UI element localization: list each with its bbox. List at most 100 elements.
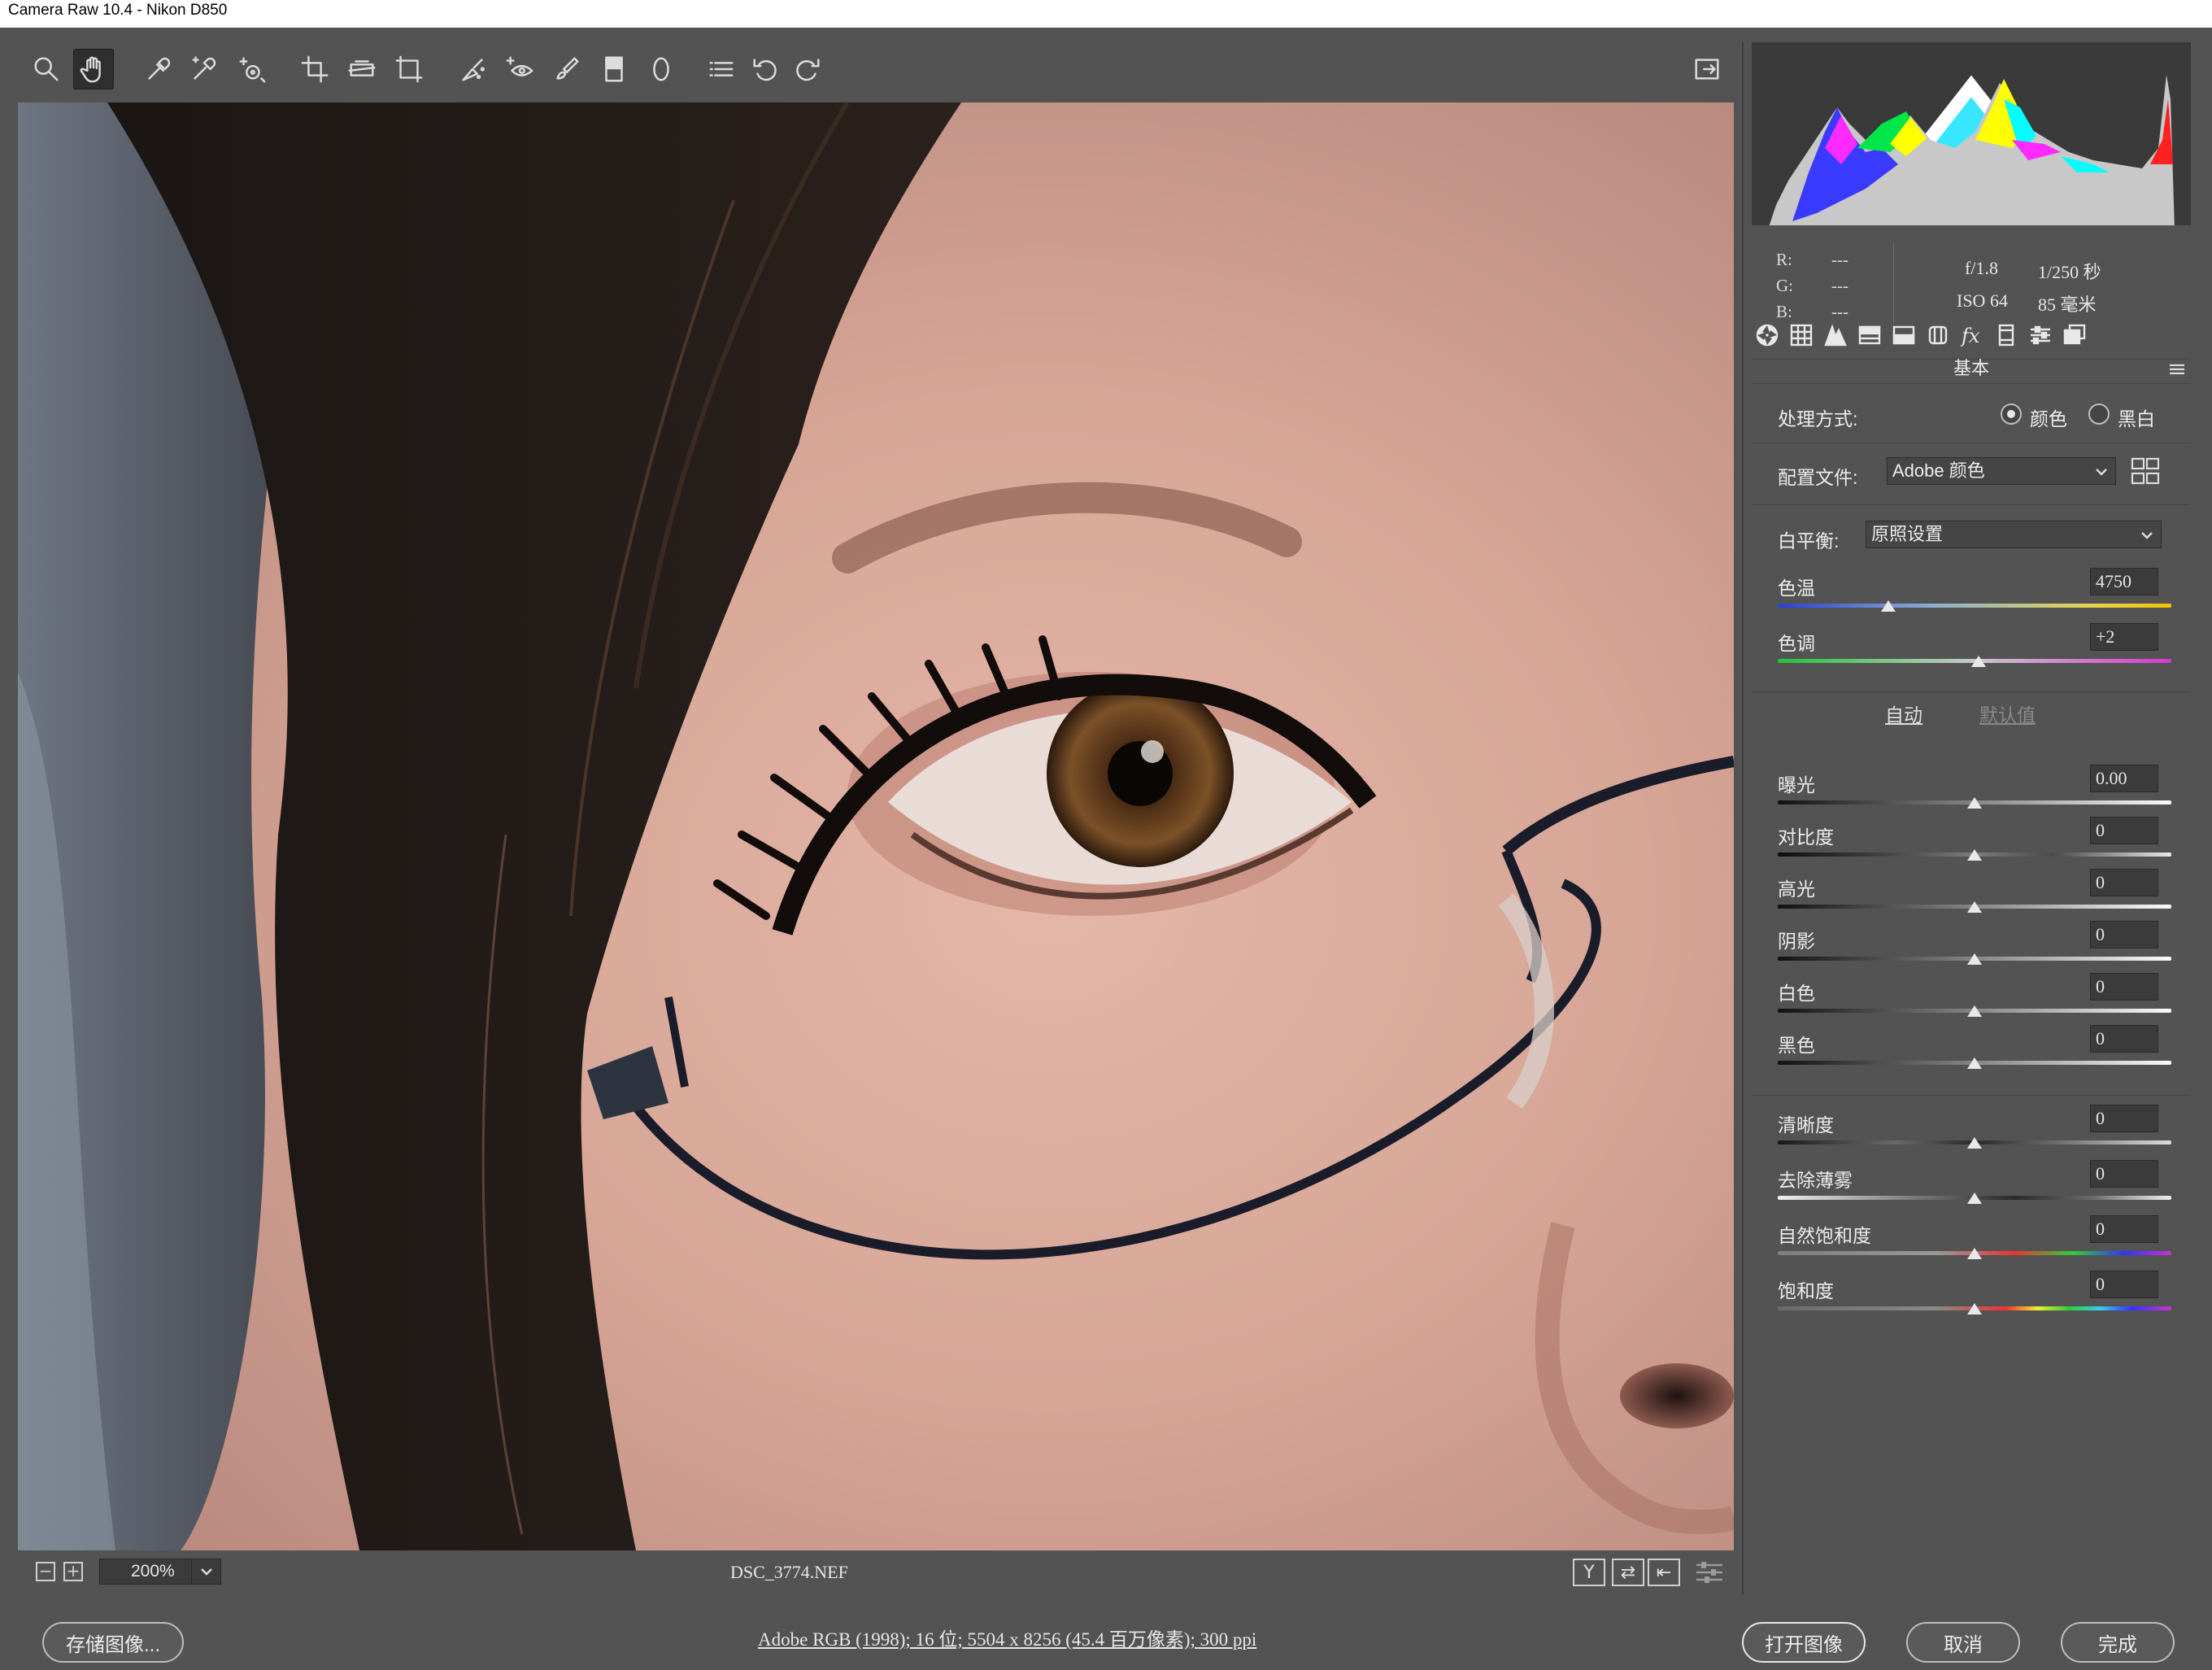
chevron-down-icon xyxy=(191,1559,220,1584)
saturation-label: 饱和度 xyxy=(1778,1280,1834,1302)
preferences-list-icon[interactable] xyxy=(701,49,742,89)
divider xyxy=(1752,691,2191,692)
whites-value-input[interactable]: 0 xyxy=(2090,973,2158,1001)
save-image-button[interactable]: 存储图像... xyxy=(42,1622,184,1663)
white-balance-tool-icon[interactable] xyxy=(138,49,179,89)
workflow-options-link[interactable]: Adobe RGB (1998); 16 位; 5504 x 8256 (45.… xyxy=(758,1624,1256,1651)
profile-select[interactable]: Adobe 颜色 xyxy=(1887,457,2116,485)
transform-tool-icon[interactable] xyxy=(389,49,429,89)
tab-effects-icon[interactable]: fx xyxy=(1957,320,1988,350)
temperature-slider-track[interactable] xyxy=(1778,604,2171,608)
zoom-level-value: 200% xyxy=(131,1562,175,1581)
saturation-slider-thumb[interactable] xyxy=(1967,1303,1982,1315)
contrast-slider-thumb[interactable] xyxy=(1967,849,1982,861)
zoom-tool-icon[interactable] xyxy=(26,49,67,89)
bottom-bar: 存储图像... Adobe RGB (1998); 16 位; 5504 x 8… xyxy=(0,1601,2212,1670)
rotate-cw-icon[interactable] xyxy=(787,49,828,89)
whites-slider-thumb[interactable] xyxy=(1967,1005,1982,1017)
tint-value-input[interactable]: +2 xyxy=(2090,623,2158,651)
profile-browser-grid-icon[interactable] xyxy=(2131,457,2160,486)
auto-link[interactable]: 自动 xyxy=(1885,700,1922,727)
vibrance-label: 自然饱和度 xyxy=(1778,1225,1871,1246)
rotate-ccw-icon[interactable] xyxy=(745,49,786,89)
radial-filter-tool-icon[interactable] xyxy=(641,49,681,89)
adjustment-brush-tool-icon[interactable] xyxy=(546,49,587,89)
zoom-level-select[interactable]: 200% xyxy=(99,1559,221,1585)
treatment-bw-radio[interactable] xyxy=(2088,403,2110,425)
iso-value: ISO 64 xyxy=(1957,290,2008,311)
chevron-down-icon xyxy=(2141,532,2153,539)
file-name: DSC_3774.NEF xyxy=(730,1562,848,1582)
exposure-label: 曝光 xyxy=(1778,774,1815,796)
chevron-down-icon xyxy=(2096,469,2107,476)
image-preview[interactable] xyxy=(18,102,1734,1550)
shadows-label: 阴影 xyxy=(1778,931,1815,952)
crop-tool-icon[interactable] xyxy=(294,49,335,89)
temperature-slider-thumb[interactable] xyxy=(1880,600,1896,612)
spot-removal-tool-icon[interactable] xyxy=(452,49,493,89)
hand-tool-icon[interactable] xyxy=(73,49,114,89)
toggle-fullscreen-icon[interactable] xyxy=(1687,49,1727,89)
readout-divider xyxy=(1893,242,1894,323)
tab-tone-curve-icon[interactable] xyxy=(1786,320,1817,350)
tab-basic-icon[interactable] xyxy=(1752,320,1783,350)
dehaze-label: 去除薄雾 xyxy=(1778,1170,1853,1191)
copy-after-to-before-button[interactable]: ⇤ xyxy=(1648,1559,1680,1586)
tab-camera-calibration-icon[interactable] xyxy=(1991,320,2022,350)
exposure-value-input[interactable]: 0.00 xyxy=(2090,765,2158,792)
straighten-tool-icon[interactable] xyxy=(342,49,382,89)
r-label: R: xyxy=(1776,250,1792,269)
clarity-value-input[interactable]: 0 xyxy=(2090,1105,2158,1132)
shadows-value-input[interactable]: 0 xyxy=(2090,921,2158,948)
treatment-color-radio[interactable] xyxy=(2001,403,2022,425)
default-link[interactable]: 默认值 xyxy=(1979,700,2036,727)
white-balance-label: 白平衡: xyxy=(1778,530,1840,552)
temperature-value-input[interactable]: 4750 xyxy=(2090,568,2158,595)
tab-split-toning-icon[interactable] xyxy=(1888,320,1919,350)
white-balance-select[interactable]: 原照设置 xyxy=(1866,521,2162,548)
done-button[interactable]: 完成 xyxy=(2061,1622,2175,1663)
targeted-adjustment-tool-icon[interactable] xyxy=(231,49,272,89)
vibrance-value-input[interactable]: 0 xyxy=(2090,1215,2158,1243)
zoom-out-button[interactable]: − xyxy=(36,1562,55,1581)
contrast-value-input[interactable]: 0 xyxy=(2090,817,2158,844)
whites-label: 白色 xyxy=(1778,983,1815,1004)
panel-tabs: fx xyxy=(1752,317,2191,351)
profile-value: Adobe 颜色 xyxy=(1892,460,1985,481)
color-sampler-tool-icon[interactable] xyxy=(184,49,224,89)
open-image-button[interactable]: 打开图像 xyxy=(1742,1622,1866,1663)
g-label: G: xyxy=(1776,276,1793,295)
profile-label: 配置文件: xyxy=(1778,467,1858,488)
saturation-value-input[interactable]: 0 xyxy=(2090,1271,2158,1298)
shadows-slider-thumb[interactable] xyxy=(1967,953,1982,965)
tint-slider-thumb[interactable] xyxy=(1970,656,1986,667)
blacks-value-input[interactable]: 0 xyxy=(2090,1025,2158,1053)
toggle-settings-icon[interactable] xyxy=(1695,1560,1724,1585)
window-title: Camera Raw 10.4 - Nikon D850 xyxy=(0,0,2212,28)
blacks-slider-thumb[interactable] xyxy=(1967,1057,1982,1069)
exposure-slider-thumb[interactable] xyxy=(1967,797,1982,809)
svg-text:fx: fx xyxy=(1960,325,1980,347)
tab-snapshots-icon[interactable] xyxy=(2059,320,2090,350)
zoom-in-button[interactable]: + xyxy=(63,1562,83,1581)
dehaze-slider-thumb[interactable] xyxy=(1967,1193,1982,1204)
treatment-label: 处理方式: xyxy=(1778,408,1858,429)
highlights-value-input[interactable]: 0 xyxy=(2090,869,2158,896)
clarity-slider-thumb[interactable] xyxy=(1967,1137,1982,1149)
swap-before-after-button[interactable]: ⇄ xyxy=(1612,1559,1644,1586)
tab-lens-corrections-icon[interactable] xyxy=(1922,320,1953,350)
tab-presets-icon[interactable] xyxy=(2025,320,2056,350)
dehaze-value-input[interactable]: 0 xyxy=(2090,1160,2158,1188)
vibrance-slider-thumb[interactable] xyxy=(1967,1248,1982,1259)
tab-detail-icon[interactable] xyxy=(1820,320,1851,350)
divider xyxy=(1752,504,2191,505)
red-eye-tool-icon[interactable] xyxy=(499,49,540,89)
before-after-view-button[interactable]: Y xyxy=(1573,1559,1605,1586)
cancel-button[interactable]: 取消 xyxy=(1906,1622,2020,1663)
highlights-slider-thumb[interactable] xyxy=(1967,901,1982,913)
aperture-value: f/1.8 xyxy=(1965,258,1998,278)
tab-hsl-icon[interactable] xyxy=(1854,320,1885,350)
panel-menu-icon[interactable] xyxy=(2168,363,2186,376)
graduated-filter-tool-icon[interactable] xyxy=(594,49,634,89)
focal-length-value: 85 毫米 xyxy=(2038,294,2097,315)
